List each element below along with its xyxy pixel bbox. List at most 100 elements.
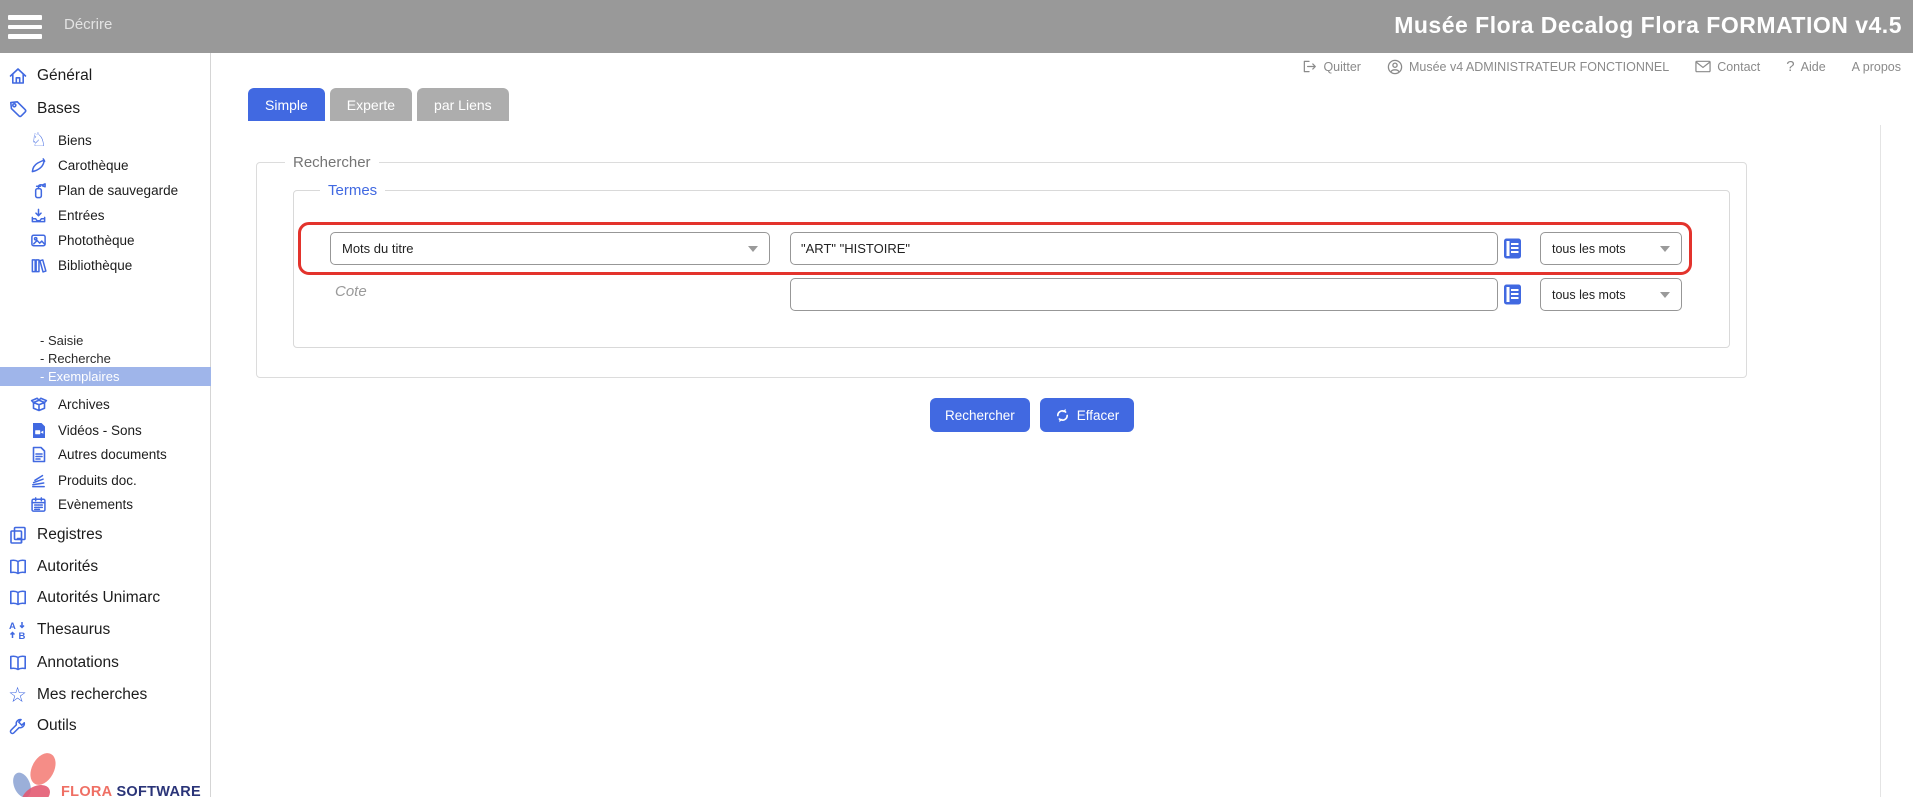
sidebar-item-exemplaires-selected[interactable]: - Exemplaires: [0, 367, 211, 386]
sidebar-item-label: Vidéos - Sons: [58, 423, 142, 438]
sidebar-item-label: Général: [37, 67, 92, 85]
word-mode-select[interactable]: tous les mots: [1540, 278, 1682, 311]
sidebar-item-label: Bases: [37, 100, 80, 118]
sidebar-item-label: Autorités: [37, 558, 98, 576]
open-book-icon: [6, 653, 29, 673]
sidebar-item-general[interactable]: Général: [0, 64, 211, 88]
search-field-select[interactable]: Mots du titre: [330, 232, 770, 265]
brush-icon: [28, 157, 49, 174]
user-icon: [1387, 59, 1403, 75]
search-button[interactable]: Rechercher: [930, 398, 1030, 432]
sidebar-item-label: Autorités Unimarc: [37, 589, 160, 607]
module-title: Décrire: [64, 16, 112, 33]
brand-text: FLORASOFTWARE: [61, 784, 201, 797]
sidebar-item-label: Registres: [37, 526, 102, 544]
open-box-icon: [28, 395, 49, 413]
sidebar-item-label: Produits doc.: [58, 473, 137, 488]
calendar-icon: [28, 496, 49, 513]
sidebar-item-bases[interactable]: Bases: [0, 97, 211, 121]
books-icon: [28, 257, 49, 274]
sidebar-item-recherche[interactable]: - Recherche: [0, 349, 211, 367]
sidebar-item-label: - Saisie: [40, 333, 83, 348]
topbar: Décrire Musée Flora Decalog Flora FORMAT…: [0, 0, 1913, 53]
butterfly-logo-icon: [7, 751, 63, 797]
tag-icon: [6, 99, 29, 119]
open-book-icon: [6, 588, 29, 608]
sidebar-item-plan-sauvegarde[interactable]: Plan de sauvegarde: [0, 178, 211, 202]
svg-text:B: B: [18, 631, 25, 640]
document-icon: [28, 446, 49, 463]
about-link[interactable]: A propos: [1852, 60, 1901, 74]
refresh-icon: [1055, 408, 1070, 423]
sidebar-item-phototheque[interactable]: Photothèque: [0, 228, 211, 252]
app-title: Musée Flora Decalog Flora FORMATION v4.5: [1394, 12, 1902, 39]
svg-text:A: A: [9, 621, 16, 632]
home-icon: [6, 66, 29, 86]
sidebar-item-bibliotheque[interactable]: Bibliothèque: [0, 253, 211, 277]
sidebar-item-videos-sons[interactable]: Vidéos - Sons: [0, 418, 211, 442]
rechercher-legend: Rechercher: [285, 154, 379, 171]
index-lookup-button[interactable]: [1502, 283, 1523, 306]
chevron-down-icon: [1660, 246, 1670, 252]
pages-fan-icon: [28, 472, 49, 489]
sidebar-item-label: Thesaurus: [37, 621, 110, 639]
index-book-icon: [1502, 283, 1523, 306]
termes-fieldset: Termes: [293, 190, 1730, 348]
inbox-download-icon: [28, 207, 49, 224]
help-link[interactable]: ? Aide: [1786, 58, 1825, 75]
sidebar-item-label: - Exemplaires: [40, 369, 119, 384]
sidebar-item-label: - Recherche: [40, 351, 111, 366]
sidebar: Général Bases ♘ Biens Carothèque Plan de…: [0, 53, 211, 797]
sidebar-item-evenements[interactable]: Evènements: [0, 492, 211, 516]
fire-extinguisher-icon: [28, 182, 49, 199]
sidebar-item-autorites-unimarc[interactable]: Autorités Unimarc: [0, 586, 211, 610]
sidebar-item-autres-documents[interactable]: Autres documents: [0, 442, 211, 466]
index-lookup-button[interactable]: [1502, 237, 1523, 260]
flora-software-logo: FLORASOFTWARE Bibliothèques | Archives |…: [0, 703, 210, 793]
sidebar-item-carotheque[interactable]: Carothèque: [0, 153, 211, 177]
sidebar-item-label: Photothèque: [58, 233, 135, 248]
flora-app: Décrire Musée Flora Decalog Flora FORMAT…: [0, 0, 1913, 797]
chess-knight-icon: ♘: [28, 131, 49, 150]
search-term-input[interactable]: [790, 232, 1498, 265]
sidebar-item-biens[interactable]: ♘ Biens: [0, 128, 211, 152]
sidebar-item-archives[interactable]: Archives: [0, 392, 211, 416]
sidebar-item-label: Entrées: [58, 208, 105, 223]
contact-link[interactable]: Contact: [1695, 60, 1760, 74]
clear-button[interactable]: Effacer: [1040, 398, 1135, 432]
sidebar-item-label: Biens: [58, 133, 92, 148]
sidebar-item-autorites[interactable]: Autorités: [0, 555, 211, 579]
tab-par-liens[interactable]: par Liens: [417, 88, 509, 121]
video-file-icon: [28, 422, 49, 439]
termes-legend: Termes: [320, 182, 385, 199]
quit-link[interactable]: Quitter: [1302, 59, 1361, 74]
sidebar-item-registres[interactable]: Registres: [0, 523, 211, 547]
user-toolbar: Quitter Musée v4 ADMINISTRATEUR FONCTION…: [1302, 58, 1901, 75]
sort-alpha-icon: AB: [6, 620, 29, 640]
open-book-icon: [6, 557, 29, 577]
cote-input[interactable]: [790, 278, 1498, 311]
tab-simple[interactable]: Simple: [248, 88, 325, 121]
sidebar-item-label: Mes recherches: [37, 686, 147, 704]
content-panel-edge: [1880, 125, 1881, 797]
sidebar-item-entrees[interactable]: Entrées: [0, 203, 211, 227]
chevron-down-icon: [748, 246, 758, 252]
stacked-pages-icon: [6, 525, 29, 545]
sidebar-item-annotations[interactable]: Annotations: [0, 651, 211, 675]
envelope-icon: [1695, 60, 1711, 73]
hamburger-menu-icon[interactable]: [8, 15, 42, 39]
tab-experte[interactable]: Experte: [330, 88, 412, 121]
logout-icon: [1302, 59, 1317, 74]
sidebar-item-label: Carothèque: [58, 158, 129, 173]
word-mode-select[interactable]: tous les mots: [1540, 232, 1682, 265]
search-mode-tabs: Simple Experte par Liens: [248, 88, 509, 121]
sidebar-item-label: Autres documents: [58, 447, 167, 462]
sidebar-item-label: Plan de sauvegarde: [58, 183, 178, 198]
sidebar-item-label: Annotations: [37, 654, 119, 672]
image-icon: [28, 232, 49, 249]
user-account-link[interactable]: Musée v4 ADMINISTRATEUR FONCTIONNEL: [1387, 59, 1669, 75]
sidebar-item-thesaurus[interactable]: AB Thesaurus: [0, 618, 211, 642]
sidebar-item-saisie[interactable]: - Saisie: [0, 331, 211, 349]
sidebar-item-produits-doc[interactable]: Produits doc.: [0, 468, 211, 492]
sidebar-item-label: Bibliothèque: [58, 258, 132, 273]
